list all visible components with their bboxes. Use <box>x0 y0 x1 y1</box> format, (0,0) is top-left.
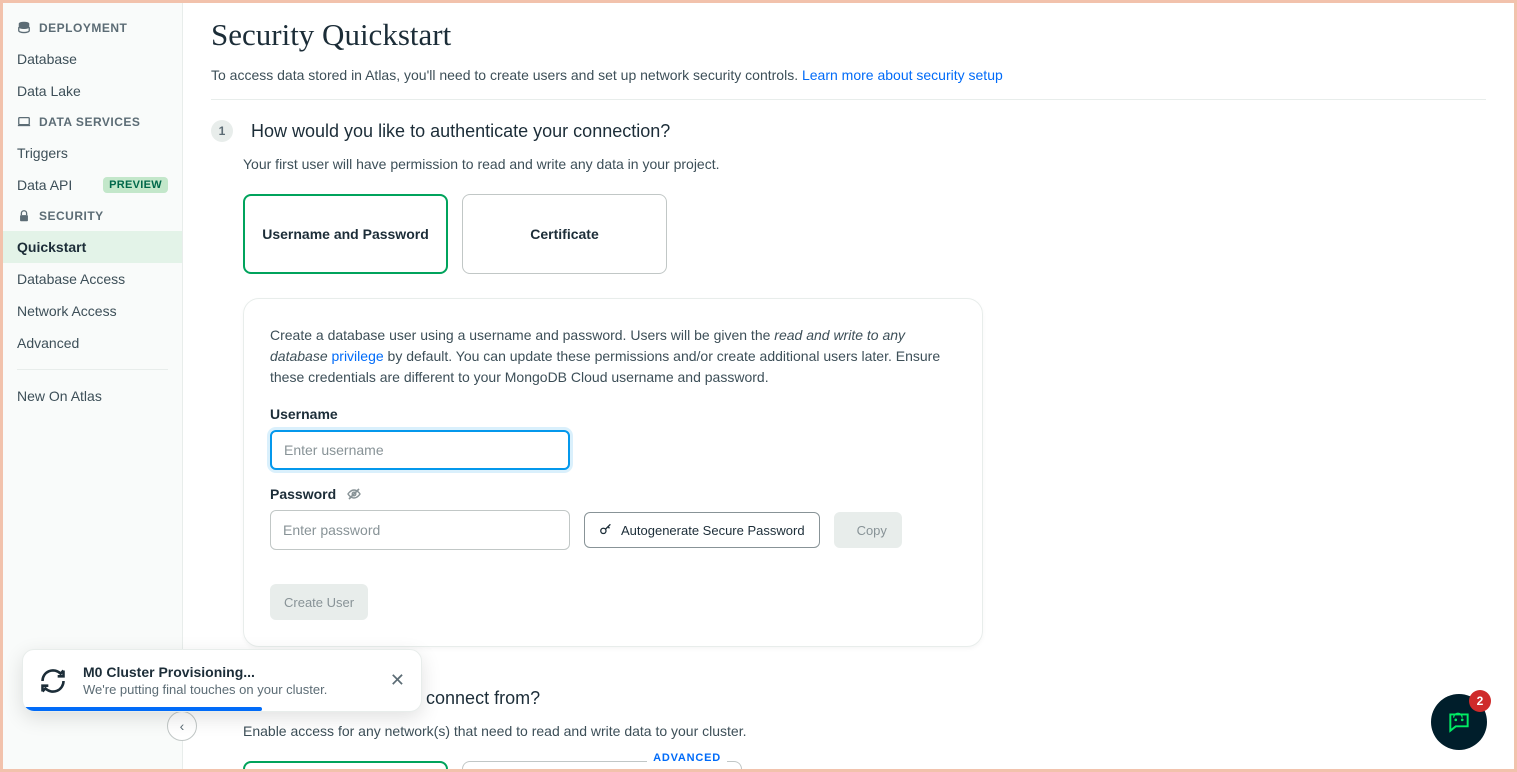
auth-option-row: Username and Password Certificate <box>243 194 1486 274</box>
create-user-button: Create User <box>270 584 368 620</box>
advanced-badge: ADVANCED <box>647 752 727 764</box>
eye-off-icon[interactable] <box>346 486 362 502</box>
database-stack-icon <box>17 21 31 35</box>
toast-close-button[interactable]: ✕ <box>390 670 405 691</box>
user-form-card: Create a database user using a username … <box>243 298 983 647</box>
sidebar-header-security-label: SECURITY <box>39 209 104 223</box>
form-intro-pre: Create a database user using a username … <box>270 327 774 343</box>
auth-option-certificate[interactable]: Certificate <box>462 194 667 274</box>
sidebar-item-data-api-label: Data API <box>17 177 72 193</box>
password-label: Password <box>270 486 956 502</box>
step2-subtitle: Enable access for any network(s) that ne… <box>243 723 1486 739</box>
provisioning-toast: M0 Cluster Provisioning... We're putting… <box>22 649 422 712</box>
preview-badge: PREVIEW <box>103 177 168 193</box>
refresh-icon <box>39 667 67 695</box>
password-field-block: Password Autogenerate Secure Password Co… <box>270 486 956 550</box>
sidebar-collapse-button[interactable]: ‹ <box>167 711 197 741</box>
chat-fab[interactable]: 2 <box>1431 694 1487 750</box>
network-option-advanced[interactable]: ADVANCED <box>462 761 742 769</box>
step1-title: How would you like to authenticate your … <box>251 121 670 142</box>
page-title: Security Quickstart <box>211 17 1486 53</box>
key-icon <box>599 523 613 537</box>
copy-button: Copy <box>834 512 902 548</box>
sidebar-item-data-lake[interactable]: Data Lake <box>3 75 182 107</box>
sidebar-section-data-services: DATA SERVICES <box>3 107 182 137</box>
page-subtitle-text: To access data stored in Atlas, you'll n… <box>211 67 802 83</box>
chat-badge: 2 <box>1469 690 1491 712</box>
sidebar-item-network-access[interactable]: Network Access <box>3 295 182 327</box>
form-intro: Create a database user using a username … <box>270 325 956 388</box>
sidebar-item-database[interactable]: Database <box>3 43 182 75</box>
sidebar-item-data-api[interactable]: Data API PREVIEW <box>3 169 182 201</box>
sidebar-header-deployment-label: DEPLOYMENT <box>39 21 127 35</box>
autogenerate-label: Autogenerate Secure Password <box>621 523 805 538</box>
toast-title: M0 Cluster Provisioning... <box>83 664 374 680</box>
step1-number: 1 <box>211 120 233 142</box>
learn-more-link[interactable]: Learn more about security setup <box>802 67 1003 83</box>
username-input[interactable] <box>270 430 570 470</box>
lock-icon <box>17 209 31 223</box>
network-option-row: ADVANCED <box>243 761 1486 769</box>
step1-header: 1 How would you like to authenticate you… <box>211 120 1486 142</box>
chevron-left-icon: ‹ <box>180 718 185 734</box>
sidebar-item-advanced[interactable]: Advanced <box>3 327 182 359</box>
sidebar-header-data-services-label: DATA SERVICES <box>39 115 140 129</box>
auth-option-username-password[interactable]: Username and Password <box>243 194 448 274</box>
copy-label: Copy <box>857 523 887 538</box>
sidebar-item-quickstart[interactable]: Quickstart <box>3 231 182 263</box>
sidebar-divider <box>17 369 168 370</box>
chat-icon <box>1446 709 1472 735</box>
password-input[interactable] <box>270 510 570 550</box>
toast-message: We're putting final touches on your clus… <box>83 682 374 697</box>
sidebar-item-database-access[interactable]: Database Access <box>3 263 182 295</box>
sidebar-section-security: SECURITY <box>3 201 182 231</box>
laptop-icon <box>17 115 31 129</box>
page-divider <box>211 99 1486 100</box>
username-label: Username <box>270 406 956 422</box>
sidebar-item-triggers[interactable]: Triggers <box>3 137 182 169</box>
autogenerate-password-button[interactable]: Autogenerate Secure Password <box>584 512 820 548</box>
page-subtitle: To access data stored in Atlas, you'll n… <box>211 67 1486 83</box>
sidebar-section-deployment: DEPLOYMENT <box>3 13 182 43</box>
password-label-text: Password <box>270 486 336 502</box>
close-icon: ✕ <box>390 670 405 690</box>
toast-progress-bar <box>23 707 262 711</box>
privilege-link[interactable]: privilege <box>332 348 384 364</box>
network-option-1[interactable] <box>243 761 448 769</box>
step1-subtitle: Your first user will have permission to … <box>243 156 1486 172</box>
sidebar-item-new-on-atlas[interactable]: New On Atlas <box>3 380 182 412</box>
username-field-block: Username <box>270 406 956 470</box>
